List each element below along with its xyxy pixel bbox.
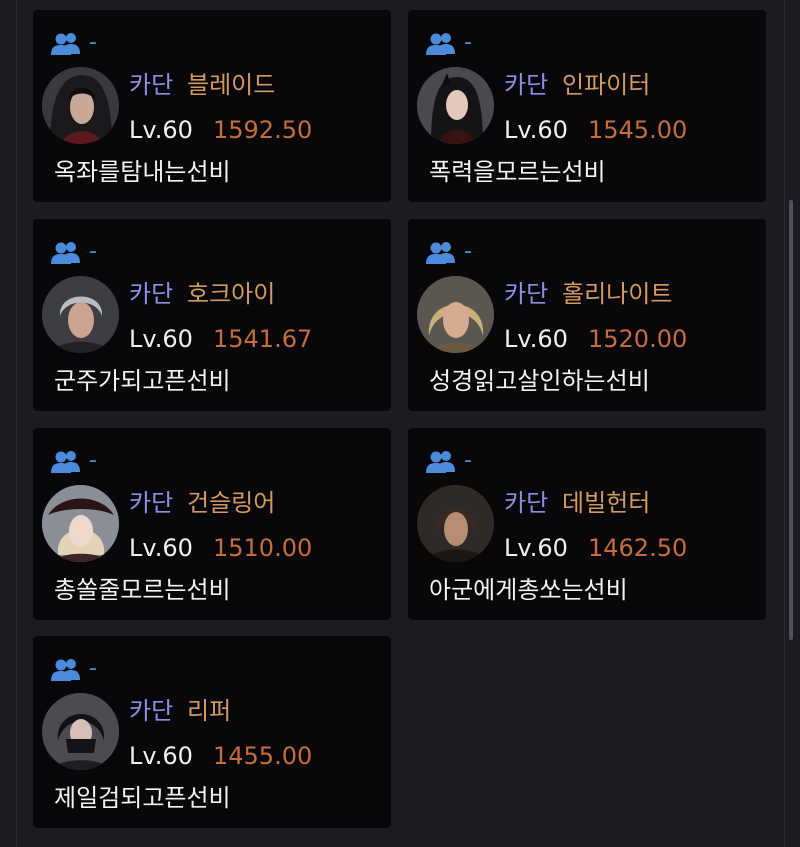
server-name: 카단 [504,280,549,308]
item-level: 1510.00 [213,534,313,562]
party-label: - [89,239,97,264]
party-label: - [464,239,472,264]
party-label: - [464,30,472,55]
server-name: 카단 [129,697,174,725]
character-portrait [42,276,119,353]
item-level: 1545.00 [588,116,688,144]
party-status: - [426,237,472,267]
character-name: 아군에게총쏘는선비 [429,576,628,604]
character-name: 옥좌를탐내는선비 [54,158,231,186]
group-users-icon [51,659,80,681]
character-level: Lv.60 [129,742,193,770]
server-name: 카단 [129,71,174,99]
character-card[interactable]: - 카단 홀리나이트 Lv.60 1520.00 성경읽고살인하는선비 [408,219,766,411]
character-card[interactable]: - 카단 블레이드 Lv.60 1592.50 옥좌를탐내는선비 [33,10,391,202]
class-name: 데빌헌터 [562,489,651,517]
character-portrait [42,693,119,770]
party-status: - [426,446,472,476]
party-label: - [464,448,472,473]
party-label: - [89,656,97,681]
character-card[interactable]: - 카단 데빌헌터 Lv.60 1462.50 아군에게총쏘는선비 [408,428,766,620]
character-name: 제일검되고픈선비 [54,784,231,812]
character-card[interactable]: - 카단 리퍼 Lv.60 1455.00 제일검되고픈선비 [33,636,391,828]
party-label: - [89,30,97,55]
character-card[interactable]: - 카단 인파이터 Lv.60 1545.00 폭력을모르는선비 [408,10,766,202]
group-users-icon [426,451,455,473]
character-portrait [417,485,494,562]
class-name: 호크아이 [187,280,276,308]
party-status: - [51,654,97,684]
character-name: 폭력을모르는선비 [429,158,606,186]
item-level: 1541.67 [213,325,313,353]
character-name: 군주가되고픈선비 [54,367,231,395]
group-users-icon [426,33,455,55]
item-level: 1455.00 [213,742,313,770]
party-status: - [51,28,97,58]
character-card[interactable]: - 카단 호크아이 Lv.60 1541.67 군주가되고픈선비 [33,219,391,411]
class-name: 인파이터 [562,71,651,99]
character-portrait [42,485,119,562]
party-status: - [51,446,97,476]
character-portrait [42,67,119,144]
group-users-icon [51,242,80,264]
class-name: 홀리나이트 [562,280,673,308]
character-level: Lv.60 [504,534,568,562]
character-level: Lv.60 [129,116,193,144]
class-name: 리퍼 [187,697,232,725]
server-name: 카단 [504,489,549,517]
character-card[interactable]: - 카단 건슬링어 Lv.60 1510.00 총쏠줄모르는선비 [33,428,391,620]
group-users-icon [426,242,455,264]
class-name: 건슬링어 [187,489,276,517]
character-portrait [417,67,494,144]
character-level: Lv.60 [504,116,568,144]
character-level: Lv.60 [129,325,193,353]
party-status: - [51,237,97,267]
party-label: - [89,448,97,473]
server-name: 카단 [504,71,549,99]
scrollbar[interactable] [789,200,793,640]
item-level: 1592.50 [213,116,313,144]
character-portrait [417,276,494,353]
party-status: - [426,28,472,58]
item-level: 1520.00 [588,325,688,353]
character-level: Lv.60 [504,325,568,353]
group-users-icon [51,451,80,473]
item-level: 1462.50 [588,534,688,562]
server-name: 카단 [129,489,174,517]
character-name: 성경읽고살인하는선비 [429,367,650,395]
class-name: 블레이드 [187,71,276,99]
character-level: Lv.60 [129,534,193,562]
server-name: 카단 [129,280,174,308]
group-users-icon [51,33,80,55]
character-name: 총쏠줄모르는선비 [54,576,231,604]
